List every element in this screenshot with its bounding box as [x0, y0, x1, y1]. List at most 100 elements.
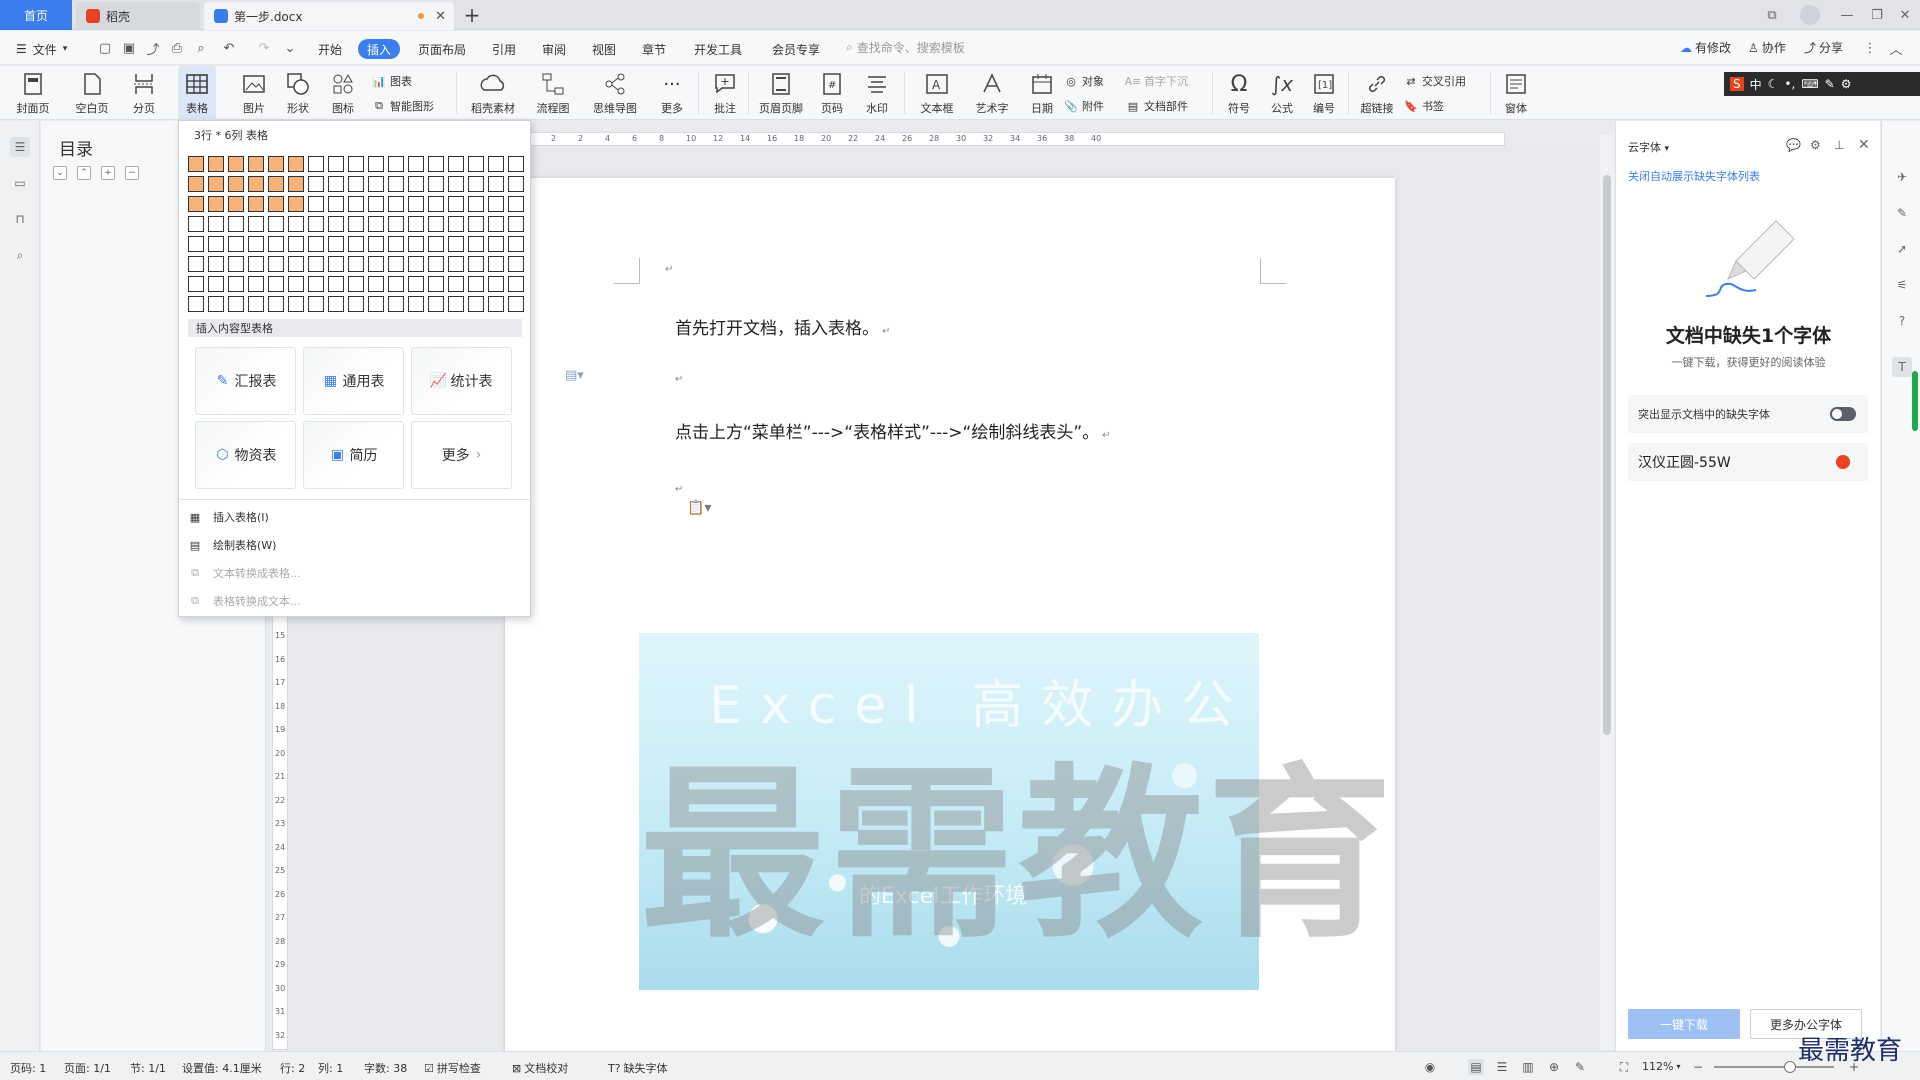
paragraph-1[interactable]: 首先打开文档，插入表格。 ↵: [675, 314, 890, 339]
status-page[interactable]: 页码: 1: [10, 1060, 46, 1076]
grid-cell[interactable]: [288, 256, 304, 272]
grid-cell[interactable]: [508, 256, 524, 272]
textbox-button[interactable]: A 文本框: [912, 66, 962, 120]
write-view-icon[interactable]: ✎: [1572, 1059, 1588, 1075]
grid-cell[interactable]: [328, 236, 344, 252]
grid-cell[interactable]: [208, 256, 224, 272]
grid-cell[interactable]: [248, 236, 264, 252]
grid-cell[interactable]: [408, 216, 424, 232]
grid-cell[interactable]: [448, 196, 464, 212]
grid-cell[interactable]: [388, 216, 404, 232]
horizontal-ruler[interactable]: 42246810121416182022242628303234363840: [505, 132, 1505, 146]
grid-cell[interactable]: [368, 296, 384, 312]
grid-cell[interactable]: [288, 276, 304, 292]
grid-cell[interactable]: [188, 156, 204, 172]
symbol-button[interactable]: Ω 符号: [1220, 66, 1258, 120]
undo-icon[interactable]: ↶: [221, 40, 237, 56]
doc-part-button[interactable]: ▤ 文档部件: [1126, 97, 1188, 115]
text-to-table-item[interactable]: ⧉ 文本转换成表格...: [187, 563, 300, 583]
chapter-nav-icon[interactable]: ▭: [10, 173, 30, 193]
dropcap-button[interactable]: A≡ 首字下沉: [1125, 72, 1188, 90]
grid-cell[interactable]: [348, 256, 364, 272]
daoke-material-button[interactable]: 稻壳素材: [466, 66, 520, 120]
menu-insert[interactable]: 插入: [358, 39, 401, 59]
grid-cell[interactable]: [208, 216, 224, 232]
grid-cell[interactable]: [228, 256, 244, 272]
redo-icon[interactable]: ↷: [256, 40, 272, 56]
menu-review[interactable]: 审阅: [542, 39, 566, 59]
grid-cell[interactable]: [388, 276, 404, 292]
report-table-card[interactable]: ✎ 汇报表: [195, 347, 296, 415]
grid-cell[interactable]: [428, 176, 444, 192]
grid-cell[interactable]: [348, 156, 364, 172]
page-break-button[interactable]: 分页: [124, 66, 164, 120]
grid-cell[interactable]: [268, 216, 284, 232]
grid-cell[interactable]: [348, 276, 364, 292]
grid-cell[interactable]: [288, 196, 304, 212]
grid-cell[interactable]: [388, 296, 404, 312]
table-button[interactable]: 表格: [178, 66, 216, 120]
insert-table-item[interactable]: ▦ 插入表格(I): [187, 507, 269, 527]
grid-cell[interactable]: [328, 216, 344, 232]
grid-cell[interactable]: [228, 176, 244, 192]
grid-cell[interactable]: [308, 176, 324, 192]
grid-cell[interactable]: [388, 236, 404, 252]
tab-daoke[interactable]: 稻壳: [76, 2, 200, 30]
zoom-out-icon[interactable]: −: [1690, 1059, 1706, 1075]
grid-cell[interactable]: [208, 296, 224, 312]
grid-cell[interactable]: [248, 296, 264, 312]
cross-reference-button[interactable]: ⇄ 交叉引用: [1404, 72, 1466, 90]
grid-cell[interactable]: [468, 256, 484, 272]
grid-cell[interactable]: [508, 276, 524, 292]
grid-cell[interactable]: [268, 196, 284, 212]
grid-cell[interactable]: [248, 176, 264, 192]
menu-page-layout[interactable]: 页面布局: [418, 39, 466, 59]
bookmark-nav-icon[interactable]: ⊓: [10, 209, 30, 229]
export-icon[interactable]: ⤴: [145, 40, 161, 58]
grid-cell[interactable]: [308, 196, 324, 212]
restore-button[interactable]: ❐: [1865, 4, 1889, 26]
status-section[interactable]: 节: 1/1: [130, 1060, 166, 1076]
grid-cell[interactable]: [508, 176, 524, 192]
mindmap-button[interactable]: 思维导图: [586, 66, 644, 120]
grid-cell[interactable]: [508, 156, 524, 172]
proofread-button[interactable]: ⊠ 文档校对: [512, 1060, 568, 1076]
search-nav-icon[interactable]: ⌕: [10, 245, 30, 265]
grid-cell[interactable]: [208, 176, 224, 192]
grid-cell[interactable]: [508, 296, 524, 312]
grid-cell[interactable]: [208, 196, 224, 212]
more-templates-card[interactable]: 更多 ›: [411, 421, 512, 489]
paste-options-icon[interactable]: ▤▾: [565, 368, 584, 383]
grid-cell[interactable]: [328, 156, 344, 172]
grid-cell[interactable]: [268, 236, 284, 252]
clipboard-icon[interactable]: 📋▾: [687, 500, 711, 516]
grid-cell[interactable]: [288, 296, 304, 312]
grid-cell[interactable]: [488, 176, 504, 192]
grid-cell[interactable]: [188, 276, 204, 292]
numbering-button[interactable]: [1] 编号: [1306, 66, 1342, 120]
grid-cell[interactable]: [328, 296, 344, 312]
stats-table-card[interactable]: 📈 统计表: [411, 347, 512, 415]
grid-cell[interactable]: [368, 276, 384, 292]
grid-cell[interactable]: [488, 276, 504, 292]
new-icon[interactable]: ▢: [97, 40, 113, 56]
pen-icon[interactable]: ✎: [1892, 203, 1912, 223]
fit-page-icon[interactable]: ⛶: [1616, 1059, 1632, 1075]
help-icon[interactable]: ?: [1892, 311, 1912, 331]
tab-home[interactable]: 首页: [0, 0, 72, 30]
font-download-icon[interactable]: [1836, 455, 1850, 469]
grid-cell[interactable]: [448, 216, 464, 232]
grid-cell[interactable]: [488, 256, 504, 272]
grid-cell[interactable]: [408, 156, 424, 172]
grid-cell[interactable]: [228, 216, 244, 232]
grid-cell[interactable]: [428, 296, 444, 312]
resume-card[interactable]: ▣ 简历: [303, 421, 404, 489]
icon-button[interactable]: 图标: [326, 66, 360, 120]
grid-cell[interactable]: [488, 296, 504, 312]
zoom-level[interactable]: 112% ▾: [1642, 1060, 1680, 1073]
picture-button[interactable]: 图片: [236, 66, 272, 120]
collab-button[interactable]: ♙ 协作: [1748, 39, 1786, 56]
read-view-icon[interactable]: ▥: [1520, 1059, 1536, 1075]
command-search[interactable]: ⌕ 查找命令、搜索模板: [846, 39, 965, 56]
pin-icon[interactable]: ⊥: [1834, 138, 1844, 152]
